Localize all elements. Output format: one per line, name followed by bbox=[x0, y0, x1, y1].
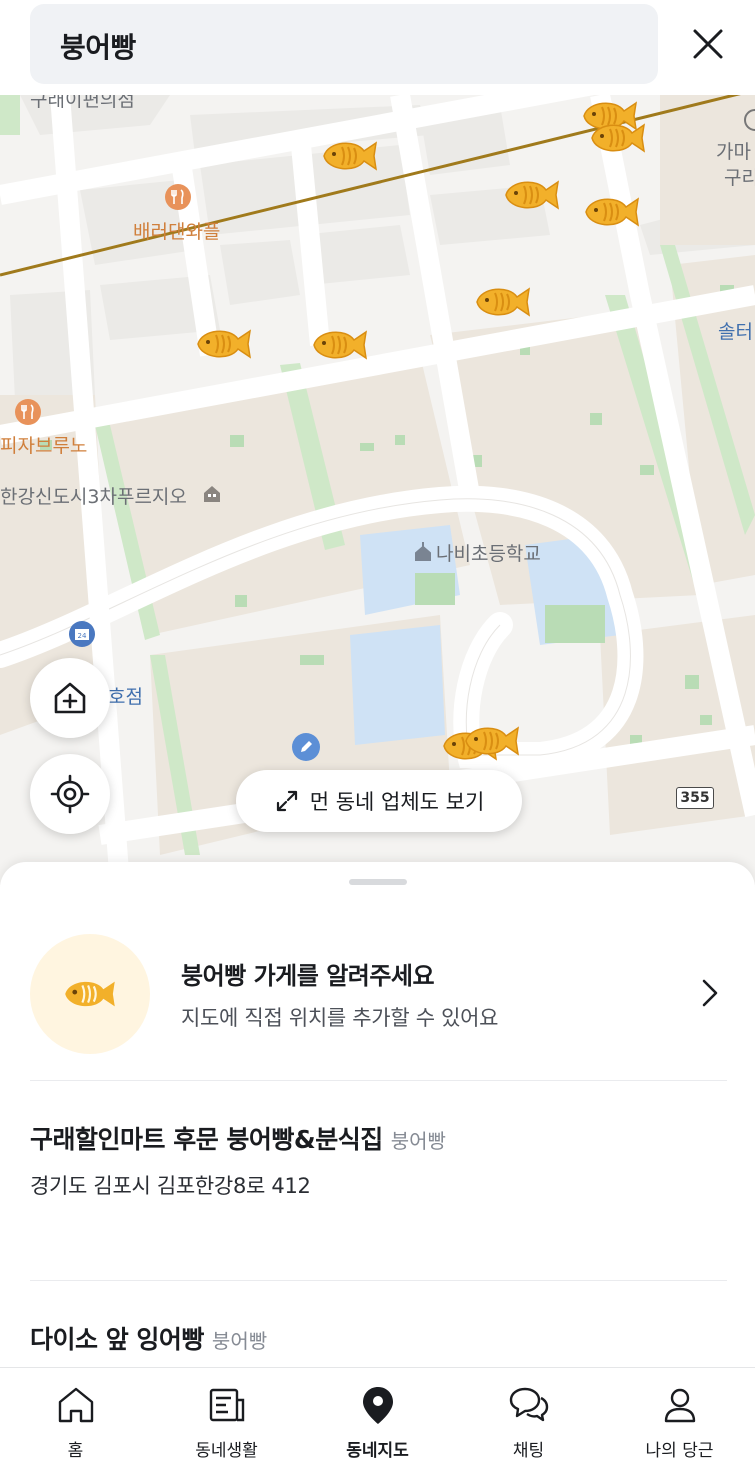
store-list-sheet[interactable]: 붕어빵 가게를 알려주세요 지도에 직접 위치를 추가할 수 있어요 구래할인마… bbox=[0, 862, 755, 1367]
search-header: 붕어빵 bbox=[0, 0, 755, 95]
tab-label: 홈 bbox=[67, 1441, 84, 1461]
bungeoppang-marker[interactable] bbox=[588, 117, 648, 159]
current-location-button[interactable] bbox=[30, 754, 110, 834]
add-place-button[interactable] bbox=[30, 658, 110, 738]
tab-neighborhood-map[interactable]: 동네지도 bbox=[302, 1368, 453, 1470]
apartment-icon bbox=[204, 486, 220, 502]
crosshair-icon bbox=[50, 774, 90, 814]
home-icon bbox=[58, 1387, 93, 1423]
map-pin-icon bbox=[362, 1387, 393, 1424]
bungeoppang-marker[interactable] bbox=[582, 191, 642, 233]
tab-label: 동네지도 bbox=[346, 1441, 409, 1461]
tab-label: 채팅 bbox=[512, 1441, 545, 1461]
map-label-waffle[interactable]: 배러댄와플 bbox=[133, 217, 220, 244]
tab-label: 나의 당근 bbox=[645, 1441, 714, 1461]
map-label-top: 구래이편의점 bbox=[30, 95, 135, 111]
search-input[interactable]: 붕어빵 bbox=[30, 4, 658, 84]
promo-icon-circle bbox=[30, 934, 150, 1054]
chat-icon bbox=[509, 1387, 548, 1422]
store-category: 붕어빵 bbox=[390, 1129, 446, 1153]
road-number-badge: 355 bbox=[676, 787, 714, 809]
add-home-icon bbox=[54, 682, 86, 714]
sheet-drag-handle[interactable] bbox=[349, 879, 407, 885]
edit-place-icon[interactable] bbox=[291, 732, 321, 766]
restaurant-icon[interactable] bbox=[14, 398, 42, 430]
bungeoppang-marker[interactable] bbox=[320, 135, 380, 177]
news-icon bbox=[209, 1388, 244, 1422]
report-store-banner[interactable]: 붕어빵 가게를 알려주세요 지도에 직접 위치를 추가할 수 있어요 bbox=[0, 930, 755, 1060]
bungeoppang-marker[interactable] bbox=[194, 323, 254, 365]
promo-title: 붕어빵 가게를 알려주세요 bbox=[181, 962, 435, 990]
pin-icon bbox=[744, 109, 755, 131]
search-query: 붕어빵 bbox=[60, 31, 136, 64]
bungeoppang-marker[interactable] bbox=[502, 174, 562, 216]
restaurant-icon[interactable] bbox=[164, 183, 192, 215]
map-label-store[interactable]: 호점 bbox=[108, 682, 143, 709]
svg-text:24: 24 bbox=[78, 632, 87, 640]
bungeoppang-icon bbox=[65, 981, 115, 1007]
map-label-gamart: 가마 bbox=[716, 141, 751, 163]
divider bbox=[30, 1280, 727, 1281]
store-address: 경기도 김포시 김포한강8로 412 bbox=[30, 1174, 311, 1198]
show-far-stores-label: 먼 동네 업체도 보기 bbox=[309, 790, 485, 814]
map-label-school[interactable]: 나비초등학교 bbox=[436, 539, 541, 566]
expand-icon bbox=[276, 790, 297, 812]
tab-chat[interactable]: 채팅 bbox=[453, 1368, 604, 1470]
bungeoppang-marker[interactable] bbox=[462, 720, 522, 762]
divider bbox=[30, 1080, 727, 1081]
bungeoppang-marker[interactable] bbox=[310, 324, 370, 366]
tab-my-profile[interactable]: 나의 당근 bbox=[604, 1368, 755, 1470]
show-far-stores-button[interactable]: 먼 동네 업체도 보기 bbox=[236, 770, 522, 832]
bottom-tab-bar: 홈 동네생활 동네지도 채팅 나의 당근 bbox=[0, 1367, 755, 1470]
close-icon bbox=[693, 29, 723, 59]
map-label-guri: 구리 bbox=[724, 167, 755, 189]
chevron-right-icon bbox=[702, 979, 718, 1007]
tab-community[interactable]: 동네생활 bbox=[151, 1368, 302, 1470]
store-category: 붕어빵 bbox=[211, 1329, 268, 1353]
map-label-solter: 솔터 bbox=[718, 321, 753, 343]
tab-label: 동네생활 bbox=[195, 1441, 258, 1461]
convenience-store-icon[interactable]: 24 bbox=[68, 620, 96, 652]
store-name: 구래할인마트 후문 붕어빵&분식집 bbox=[30, 1125, 383, 1154]
map-label-apartment[interactable]: 한강신도시3차푸르지오 bbox=[0, 482, 187, 509]
app-screen: 붕어빵 구래이편의점 배러댄와플 피자브루노 한강신도시3차푸르지오 나비초등학… bbox=[0, 0, 755, 1470]
map-label-pizza[interactable]: 피자브루노 bbox=[0, 431, 87, 458]
map-view[interactable]: 구래이편의점 배러댄와플 피자브루노 한강신도시3차푸르지오 나비초등학교 가마… bbox=[0, 95, 755, 885]
school-icon bbox=[415, 542, 431, 561]
bungeoppang-marker[interactable] bbox=[473, 281, 533, 323]
tab-home[interactable]: 홈 bbox=[0, 1368, 151, 1470]
store-name: 다이소 앞 잉어빵 bbox=[30, 1325, 204, 1354]
promo-subtitle: 지도에 직접 위치를 추가할 수 있어요 bbox=[181, 1006, 499, 1030]
close-button[interactable] bbox=[684, 20, 732, 68]
user-icon bbox=[664, 1388, 695, 1423]
